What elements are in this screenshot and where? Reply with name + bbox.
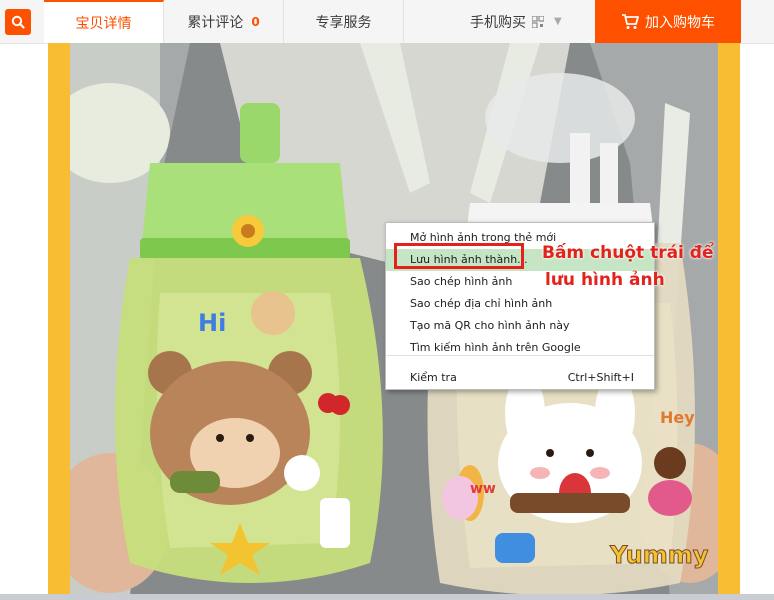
tab-label: 累计评论 — [187, 14, 244, 31]
annotation-line-1: Bấm chuột trái để — [542, 243, 714, 263]
search-button[interactable] — [5, 9, 31, 35]
menu-item-label: Tạo mã QR cho hình ảnh này — [410, 319, 570, 332]
tab-reviews[interactable]: 累计评论 0 — [164, 0, 284, 43]
menu-item-copy-image-address[interactable]: Sao chép địa chỉ hình ảnh — [386, 293, 654, 315]
shopping-cart-icon — [622, 13, 639, 29]
mobile-buy-label: 手机购买 — [470, 14, 526, 31]
search-icon — [11, 15, 25, 29]
taskbar-strip — [0, 594, 774, 600]
mobile-buy-link[interactable]: 手机购买 ▼ — [470, 0, 594, 43]
tab-exclusive-service[interactable]: 专享服务 — [284, 0, 404, 43]
review-count: 0 — [251, 14, 260, 29]
menu-divider — [386, 355, 654, 356]
qr-code-icon — [532, 15, 544, 28]
menu-item-label: Sao chép địa chỉ hình ảnh — [410, 297, 553, 310]
sticker-yummy-text: Yummy — [609, 541, 709, 569]
tab-label: 宝贝详情 — [75, 15, 132, 32]
menu-item-label: Tìm kiếm hình ảnh trên Google — [410, 341, 581, 354]
chevron-down-icon: ▼ — [554, 16, 562, 27]
menu-item-shortcut: Ctrl+Shift+I — [567, 371, 634, 384]
menu-item-label: Kiểm tra — [410, 371, 457, 384]
add-to-cart-button[interactable]: 加入购物车 — [595, 0, 741, 43]
sticker-hey-text: Hey — [660, 408, 695, 427]
annotation-line-2: lưu hình ảnh — [545, 270, 665, 290]
menu-item-label: Sao chép hình ảnh — [410, 275, 513, 288]
sticker-ww-text: ww — [470, 481, 496, 497]
menu-item-create-qr-code[interactable]: Tạo mã QR cho hình ảnh này — [386, 315, 654, 337]
sticker-hi-text: Hi — [198, 309, 226, 337]
add-to-cart-label: 加入购物车 — [645, 14, 715, 31]
detail-tab-bar: 宝贝详情 累计评论 0 专享服务 手机购买 ▼ 加入购物车 — [0, 0, 774, 44]
tab-label: 专享服务 — [315, 14, 372, 31]
tab-product-details[interactable]: 宝贝详情 — [44, 0, 164, 43]
menu-item-inspect[interactable]: Kiểm tra Ctrl+Shift+I — [386, 367, 654, 389]
highlight-box — [394, 243, 524, 269]
